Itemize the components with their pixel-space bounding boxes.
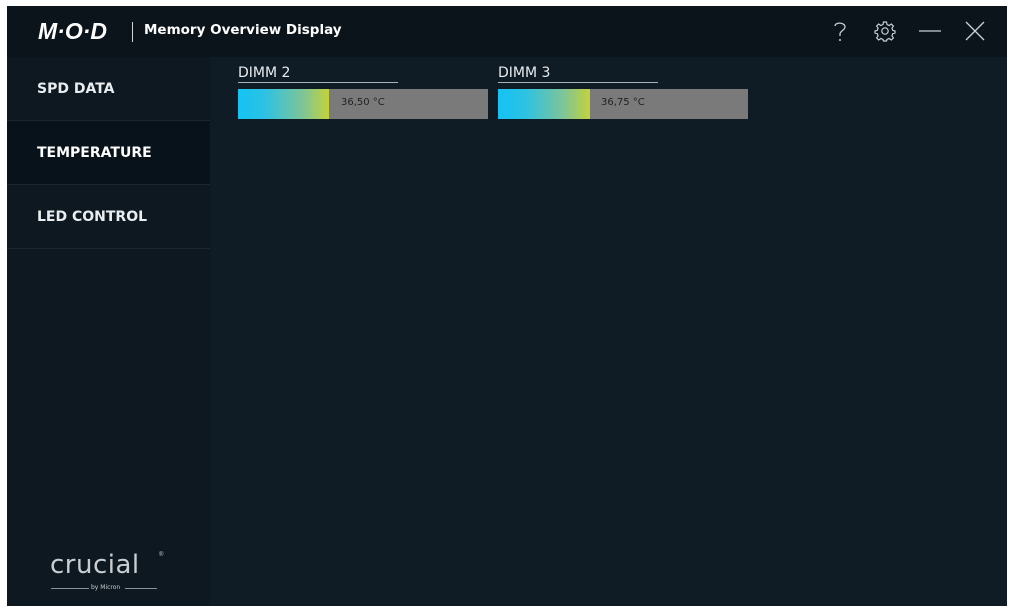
temperature-bar-fill — [498, 89, 590, 119]
temperature-value: 36,75 °C — [601, 97, 645, 108]
temperature-value: 36,50 °C — [341, 97, 385, 108]
sidebar-item-label: TEMPERATURE — [37, 145, 152, 161]
mod-logo: M·O·D — [38, 18, 107, 44]
help-button[interactable] — [827, 18, 853, 44]
app-title: Memory Overview Display — [144, 22, 342, 38]
dimm-label-underline — [238, 82, 398, 83]
sidebar-item-temperature[interactable]: TEMPERATURE — [7, 121, 210, 185]
sidebar-item-label: LED CONTROL — [37, 209, 148, 225]
temperature-panel: DIMM 2 36,50 °C DIMM 3 36,75 °C — [210, 57, 1007, 606]
settings-button[interactable] — [872, 18, 898, 44]
minimize-icon — [919, 30, 941, 32]
gear-icon — [874, 21, 896, 42]
sidebar: SPD DATA TEMPERATURE LED CONTROL crucial… — [7, 57, 210, 606]
crucial-logo: crucial ® by Micron — [50, 550, 165, 595]
minimize-button[interactable] — [917, 18, 943, 44]
logo-rule-right — [125, 588, 157, 589]
title-separator — [132, 22, 133, 42]
temperature-bar: 36,50 °C — [238, 89, 488, 119]
temperature-bar: 36,75 °C — [498, 89, 748, 119]
close-button[interactable] — [962, 18, 988, 44]
app-window: M·O·D Memory Overview Display SPD DATA T… — [7, 6, 1007, 606]
dimm-label-underline — [498, 82, 658, 83]
sidebar-item-spd-data[interactable]: SPD DATA — [7, 57, 210, 121]
micron-byline: by Micron — [91, 584, 121, 591]
temperature-bar-fill — [238, 89, 329, 119]
registered-mark: ® — [159, 552, 164, 558]
crucial-wordmark: crucial — [50, 550, 140, 580]
sidebar-item-label: SPD DATA — [37, 81, 115, 97]
title-bar: M·O·D Memory Overview Display — [7, 6, 1007, 57]
close-icon — [965, 21, 985, 41]
dimm-label: DIMM 3 — [498, 65, 551, 81]
dimm-label: DIMM 2 — [238, 65, 291, 81]
logo-rule-left — [51, 588, 89, 589]
sidebar-item-led-control[interactable]: LED CONTROL — [7, 185, 210, 249]
question-icon — [834, 22, 846, 41]
